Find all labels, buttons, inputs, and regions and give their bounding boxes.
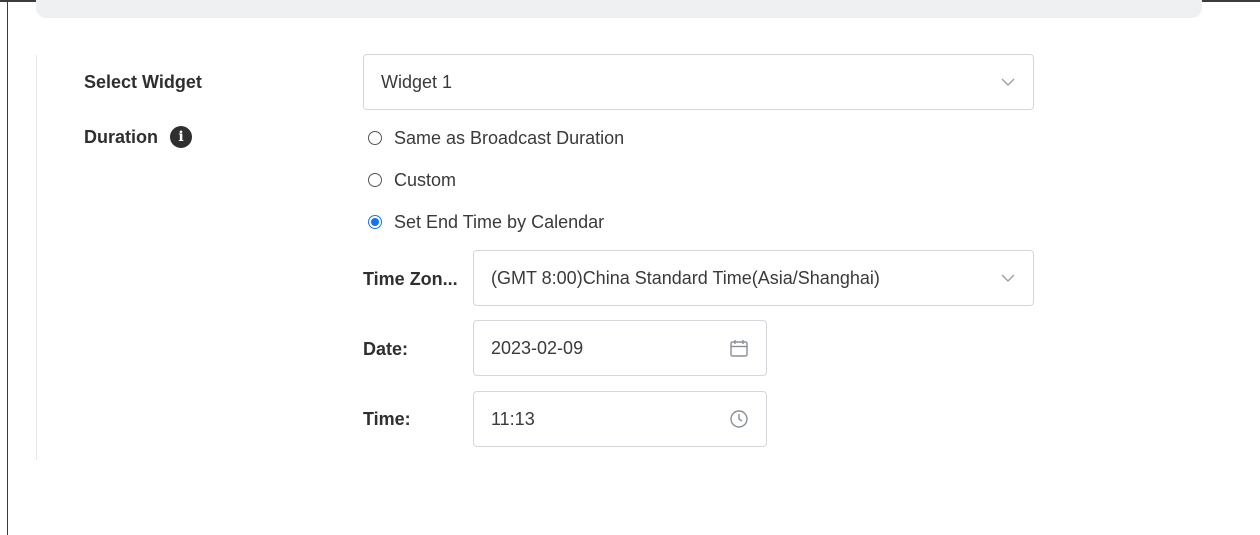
section-divider xyxy=(36,55,37,460)
time-zone-label: Time Zon... xyxy=(363,269,458,289)
radio-circle-checked[interactable] xyxy=(368,215,382,229)
time-zone-select[interactable]: (GMT 8:00)China Standard Time(Asia/Shang… xyxy=(473,250,1034,306)
radio-circle[interactable] xyxy=(368,173,382,187)
time-label: Time: xyxy=(363,409,411,429)
select-widget-label: Select Widget xyxy=(84,72,202,92)
time-input-value: 11:13 xyxy=(491,409,535,429)
date-input-value: 2023-02-09 xyxy=(491,338,584,358)
radio-same-as-broadcast[interactable]: Same as Broadcast Duration xyxy=(368,126,624,150)
widget-select[interactable]: Widget 1 xyxy=(363,54,1034,110)
info-icon[interactable]: i xyxy=(170,126,192,148)
top-panel xyxy=(36,0,1202,18)
duration-label: Duration xyxy=(84,127,158,147)
window-left-border xyxy=(7,0,8,535)
radio-set-end-time[interactable]: Set End Time by Calendar xyxy=(368,210,604,234)
time-input[interactable]: 11:13 xyxy=(473,391,767,447)
radio-circle[interactable] xyxy=(368,131,382,145)
radio-label: Set End Time by Calendar xyxy=(394,211,605,232)
page: Select Widget Widget 1 Duration i Same a… xyxy=(0,0,1260,535)
radio-label: Same as Broadcast Duration xyxy=(394,127,625,148)
date-label: Date: xyxy=(363,339,409,359)
radio-custom[interactable]: Custom xyxy=(368,168,456,192)
chevron-down-icon xyxy=(1001,78,1015,86)
chevron-down-icon xyxy=(1001,274,1015,282)
radio-label: Custom xyxy=(394,169,457,190)
calendar-icon[interactable] xyxy=(729,338,749,358)
widget-select-value: Widget 1 xyxy=(381,72,453,92)
time-zone-select-value: (GMT 8:00)China Standard Time(Asia/Shang… xyxy=(491,268,880,288)
date-input[interactable]: 2023-02-09 xyxy=(473,320,767,376)
clock-icon[interactable] xyxy=(729,409,749,429)
